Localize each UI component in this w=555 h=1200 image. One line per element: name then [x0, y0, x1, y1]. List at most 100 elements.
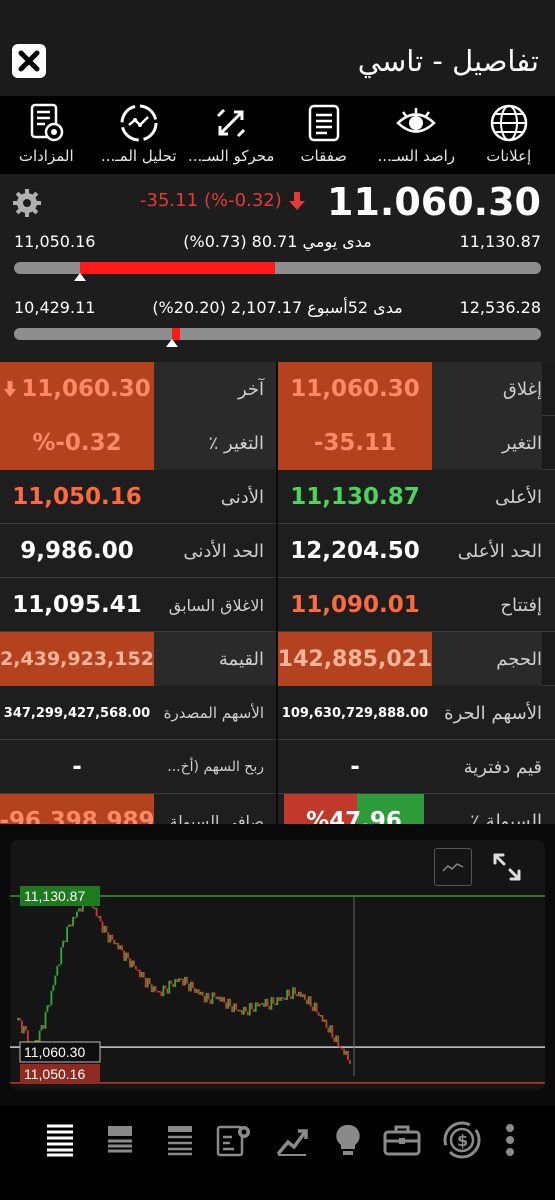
more-icon: [506, 1124, 514, 1156]
high-label: الأعلى: [495, 486, 542, 508]
candle: [21, 1020, 23, 1034]
change-cell-value: -35.11: [313, 430, 397, 456]
candle: [115, 942, 118, 945]
candle: [158, 990, 161, 993]
week52-range-bar: [14, 328, 541, 340]
candle: [138, 969, 141, 978]
tool-auctions[interactable]: المزادات: [0, 96, 92, 165]
tab-ideas[interactable]: [326, 1118, 370, 1162]
tab-charts[interactable]: [270, 1118, 314, 1162]
free-float-shares-value: 109,630,729,888.00: [281, 705, 429, 721]
candle: [178, 978, 180, 983]
candle: [58, 964, 61, 966]
tab-order-book[interactable]: [98, 1118, 142, 1162]
candles: [17, 896, 351, 1064]
candle: [319, 1015, 322, 1017]
tab-portfolio[interactable]: [380, 1118, 424, 1162]
candle: [123, 950, 125, 961]
candle: [235, 1003, 237, 1010]
gear-icon[interactable]: [12, 188, 42, 218]
intraday-chart[interactable]: 11,130.87 11,060.30 11,050.16: [10, 840, 545, 1090]
day-range-fill: [79, 262, 275, 274]
candle: [329, 1025, 332, 1033]
candle: [266, 998, 269, 1006]
candle: [254, 1002, 257, 1012]
candle: [160, 991, 163, 997]
candle: [296, 994, 298, 997]
tab-settings-board[interactable]: [212, 1118, 256, 1162]
page-title: تفاصيل - تاسي: [357, 44, 539, 78]
issued-shares-value: 347,299,427,568.00: [3, 705, 151, 721]
book-value-label: قيم دفترية: [463, 756, 542, 778]
free-float-shares-label: الأسهم الحرة: [444, 702, 542, 724]
candle: [79, 908, 82, 912]
tool-label: محركو السـ...: [188, 147, 275, 165]
candle: [46, 1005, 49, 1012]
candle: [146, 978, 149, 988]
liquidity-percent-label: السيولة ٪: [470, 810, 542, 825]
bottom-tab-bar: $: [0, 1106, 555, 1200]
candle: [327, 1027, 330, 1033]
candle: [339, 1045, 342, 1048]
candle: [119, 945, 122, 950]
candle: [270, 997, 273, 1010]
chart-up-icon: [276, 1129, 308, 1156]
tool-trades[interactable]: صفقات: [278, 96, 370, 165]
candle: [298, 991, 300, 997]
candle: [70, 924, 72, 927]
change-percent: (%-0.32): [204, 190, 282, 211]
candle: [54, 975, 57, 986]
tab-more[interactable]: [488, 1118, 532, 1162]
candle: [286, 989, 289, 1000]
candle: [225, 1002, 228, 1009]
tab-details[interactable]: [38, 1118, 82, 1162]
candle: [72, 916, 74, 927]
candle: [133, 960, 135, 967]
candle: [258, 1004, 261, 1007]
details-lines-icon: [47, 1124, 73, 1157]
eps-label: ربح السهم (أخ...: [167, 759, 264, 775]
candle: [341, 1047, 344, 1050]
price-chart-canvas: 11,130.87 11,060.30 11,050.16: [10, 886, 545, 1084]
candle: [213, 992, 216, 997]
candle: [134, 966, 137, 970]
candle: [215, 996, 218, 1000]
candle: [103, 925, 106, 933]
candle: [176, 979, 179, 983]
toolbar: إعلانات راصد السـ... صفقات محركو السـ...…: [0, 96, 555, 174]
candle: [105, 925, 108, 933]
close-button[interactable]: [12, 44, 46, 78]
candle: [203, 995, 206, 1003]
candle: [74, 916, 76, 919]
tool-market-movers[interactable]: محركو السـ...: [185, 96, 277, 165]
change-label: التغير: [502, 432, 542, 454]
arrow-down-icon: [4, 381, 17, 397]
candle: [284, 997, 287, 1000]
candle: [347, 1050, 349, 1061]
tab-money-flow[interactable]: $: [440, 1118, 484, 1162]
analysis-icon: [120, 104, 158, 142]
candle: [62, 940, 65, 948]
lower-limit-label: الحد الأدنى: [183, 540, 264, 562]
high-price-label: 11,130.87: [24, 888, 85, 904]
candle: [211, 992, 214, 1004]
last-label: آخر: [237, 378, 264, 400]
candle: [241, 1010, 243, 1015]
candle: [56, 965, 59, 976]
header: تفاصيل - تاسي: [0, 0, 555, 96]
tool-analysis[interactable]: تحليل المـ...: [93, 96, 185, 165]
low-price-label: 11,050.16: [24, 1066, 85, 1082]
candle: [223, 997, 226, 1003]
candle: [260, 1003, 263, 1005]
change-value: -35.11: [140, 190, 199, 211]
open-label: إفتتاح: [500, 594, 542, 616]
candle: [186, 976, 188, 984]
tool-announcements[interactable]: إعلانات: [463, 96, 555, 165]
tool-market-watch[interactable]: راصد السـ...: [370, 96, 462, 165]
candle: [307, 996, 310, 1005]
candle: [193, 988, 196, 993]
tool-label: راصد السـ...: [377, 147, 456, 165]
value-amount: 2,439,923,152: [0, 648, 154, 670]
open-value: 11,090.01: [290, 592, 420, 618]
tab-table[interactable]: [158, 1118, 202, 1162]
